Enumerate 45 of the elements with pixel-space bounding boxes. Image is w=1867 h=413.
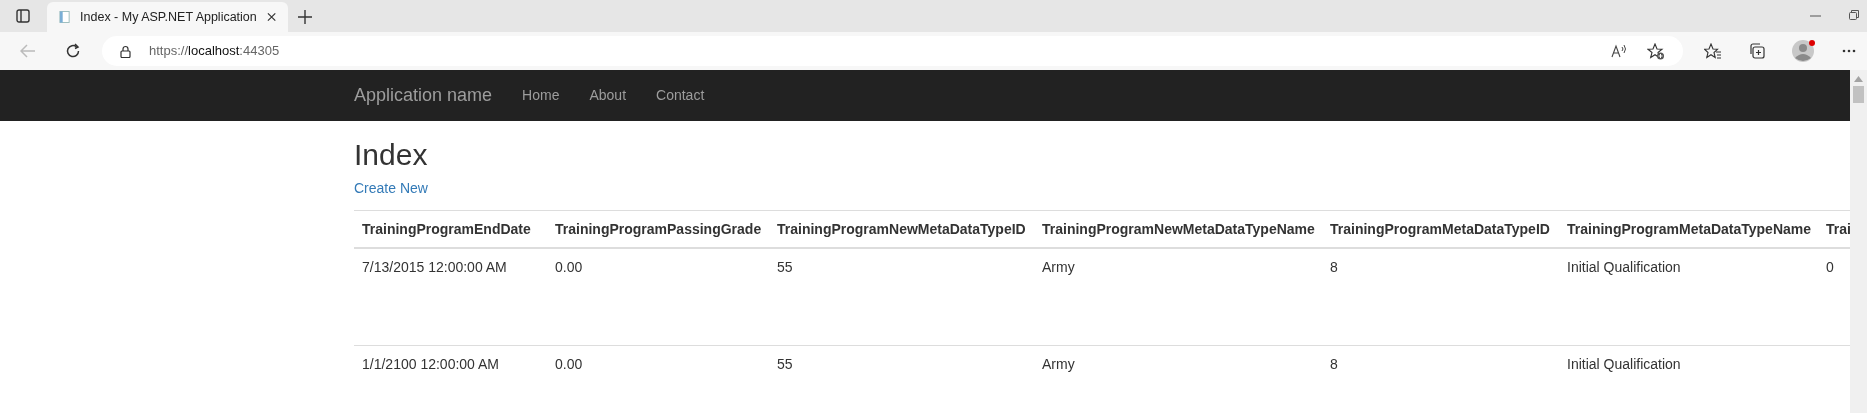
table-cell: Initial Qualification [1559, 345, 1818, 405]
table-cell: Army [1034, 345, 1322, 405]
column-header: TrainingProgramNewMetaDataTypeName [1034, 210, 1322, 248]
column-header: TrainingProgramNewMetaDataTypeID [769, 210, 1034, 248]
column-header: TrainingProgramMetaDataTypeName [1559, 210, 1818, 248]
table-cell: 55 [769, 345, 1034, 405]
address-bar[interactable]: https://localhost:44305 [102, 36, 1683, 66]
url-text: https://localhost:44305 [149, 42, 280, 61]
close-icon[interactable] [266, 12, 276, 22]
table-cell: Army [1034, 248, 1322, 345]
table-cell: 8 [1322, 345, 1559, 405]
table-cell: Initial Qualification [1559, 248, 1818, 345]
table-cell: 0.00 [547, 345, 769, 405]
table-cell: 1/1/2100 12:00:00 AM [354, 345, 547, 405]
profile-avatar-icon[interactable] [1792, 39, 1816, 63]
create-new-link[interactable]: Create New [354, 178, 428, 198]
column-header: TrainingProgramMetaDataTypeID [1322, 210, 1559, 248]
table-cell: 55 [769, 248, 1034, 345]
column-header: TrainingProgramEndDate [354, 210, 547, 248]
column-header: TrainingProgramPassingGrade [547, 210, 769, 248]
nav-link[interactable]: Contact [641, 85, 720, 106]
restore-icon[interactable] [1849, 10, 1859, 20]
reload-icon[interactable] [65, 43, 81, 59]
table-cell: 7/13/2015 12:00:00 AM [354, 248, 547, 345]
favorites-icon[interactable] [1704, 43, 1722, 59]
page-icon [59, 10, 71, 24]
read-aloud-icon[interactable] [1611, 44, 1627, 58]
tab-actions-icon[interactable] [16, 9, 30, 23]
column-header: Trai [1818, 210, 1850, 248]
scrollbar[interactable] [1850, 70, 1867, 413]
scrollbar-thumb[interactable] [1853, 86, 1864, 103]
browser-tab[interactable]: Index - My ASP.NET Application [47, 2, 288, 32]
more-icon[interactable] [1842, 49, 1856, 53]
new-tab-icon[interactable] [298, 10, 312, 24]
tab-title: Index - My ASP.NET Application [80, 8, 257, 26]
page-heading: Index [354, 137, 429, 173]
favorite-add-icon[interactable] [1647, 42, 1665, 60]
lock-icon[interactable] [120, 44, 131, 58]
nav-link[interactable]: Home [507, 85, 575, 106]
table-cell: 0.00 [547, 248, 769, 345]
nav-link[interactable]: About [574, 85, 642, 106]
collections-icon[interactable] [1748, 42, 1766, 60]
table-cell: 0 [1818, 248, 1850, 345]
table-cell: 8 [1322, 248, 1559, 345]
brand-link[interactable]: Application name [354, 82, 493, 109]
